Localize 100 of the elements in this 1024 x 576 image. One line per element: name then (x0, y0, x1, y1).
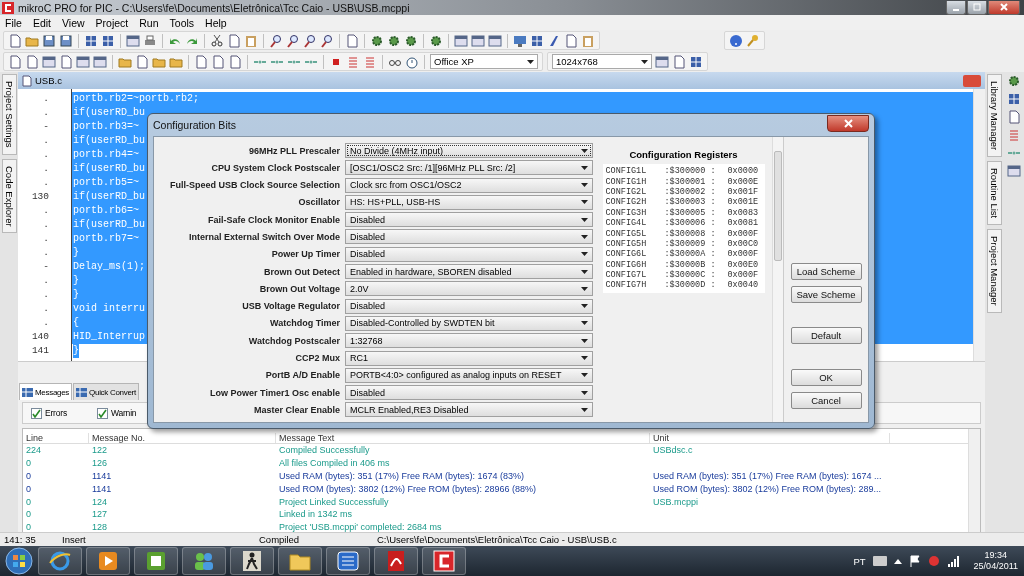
taskbar-button[interactable] (278, 547, 322, 575)
menu-item[interactable]: View (62, 16, 85, 29)
dialog-button[interactable]: Load Scheme (790, 263, 862, 280)
app-icon[interactable] (335, 549, 361, 573)
gear-icon[interactable] (404, 33, 418, 48)
window-icon[interactable] (454, 33, 468, 48)
file-icon[interactable] (345, 33, 359, 48)
side-tab[interactable]: Code Explorer (1, 158, 17, 234)
browser-icon[interactable] (47, 549, 73, 573)
side-tab[interactable]: Routine List (986, 161, 1002, 226)
scrollbar[interactable] (968, 429, 980, 534)
taskbar-button[interactable] (38, 547, 82, 575)
stopwatch-icon[interactable] (405, 54, 419, 69)
restore-button[interactable] (967, 0, 987, 15)
menu-item[interactable]: Edit (32, 16, 51, 29)
side-tab[interactable]: Library Manager (986, 74, 1002, 158)
setting-dropdown[interactable]: 2.0V (345, 281, 593, 297)
flag-icon[interactable] (908, 555, 921, 567)
clipboard-icon[interactable] (581, 33, 595, 48)
window-icon[interactable] (471, 33, 485, 48)
grid-icon[interactable] (530, 33, 544, 48)
window-icon[interactable] (76, 54, 90, 69)
grid-icon[interactable] (1006, 92, 1021, 106)
setting-dropdown[interactable]: PORTB<4:0> configured as analog inputs on RESET (345, 367, 593, 383)
language-indicator[interactable]: PT (853, 555, 866, 567)
menu-item[interactable]: Run (139, 16, 159, 29)
setting-dropdown[interactable]: Clock src from OSC1/OSC2 (345, 177, 593, 193)
side-tab[interactable]: Project Settings (1, 74, 17, 155)
key-icon[interactable] (746, 33, 760, 48)
window-icon[interactable] (93, 54, 107, 69)
grid-icon[interactable] (689, 54, 703, 69)
file-icon[interactable] (228, 54, 242, 69)
gear-icon[interactable] (429, 33, 443, 48)
dialog-button[interactable]: OK (790, 369, 862, 386)
setting-dropdown[interactable]: Disabled (345, 246, 593, 262)
up-arrow-icon[interactable] (893, 558, 902, 564)
file-icon[interactable] (211, 54, 225, 69)
dialog-button[interactable]: Save Scheme (790, 286, 862, 303)
taskbar-button[interactable] (326, 547, 370, 575)
file-icon[interactable] (135, 54, 149, 69)
gear-icon[interactable] (370, 33, 384, 48)
pen-icon[interactable] (547, 33, 561, 48)
setting-dropdown[interactable]: RC1 (345, 350, 593, 366)
menu-item[interactable]: Help (205, 16, 227, 29)
scrollbar[interactable] (973, 89, 985, 361)
column-header[interactable]: Message Text (276, 433, 650, 443)
setting-dropdown[interactable]: 1:32768 (345, 333, 593, 349)
menu-item[interactable]: Project (95, 16, 129, 29)
window-icon[interactable] (655, 54, 669, 69)
menu-item[interactable]: File (5, 16, 22, 29)
clock-time[interactable]: 19:34 (984, 550, 1008, 561)
keyboard-icon[interactable] (872, 556, 887, 566)
printer-icon[interactable] (143, 33, 157, 48)
window-icon[interactable] (1006, 164, 1021, 178)
magnifier-icon[interactable] (303, 33, 317, 48)
taskbar-button[interactable] (230, 547, 274, 575)
grid-icon[interactable] (101, 33, 115, 48)
close-button[interactable] (827, 114, 869, 132)
column-header[interactable]: Message No. (89, 433, 276, 443)
help-icon[interactable] (729, 33, 743, 48)
file-icon[interactable] (564, 33, 578, 48)
file-icon[interactable] (8, 33, 22, 48)
panel-tab[interactable]: Quick Convert (73, 383, 139, 400)
file-icon[interactable] (672, 54, 686, 69)
setting-dropdown[interactable]: Enabled in hardware, SBOREN disabled (345, 264, 593, 280)
file-icon[interactable] (25, 54, 39, 69)
taskbar-button[interactable] (374, 547, 418, 575)
signal-icon[interactable] (946, 555, 959, 567)
grid-icon[interactable] (84, 33, 98, 48)
file-icon[interactable] (1006, 110, 1021, 124)
app-logo-icon[interactable] (431, 549, 457, 573)
monitor-icon[interactable] (513, 33, 527, 48)
setting-dropdown[interactable]: Disabled (345, 212, 593, 228)
setting-dropdown[interactable]: Disabled (345, 229, 593, 245)
window-icon[interactable] (488, 33, 502, 48)
setting-dropdown[interactable]: Disabled (345, 298, 593, 314)
resolution-combo[interactable]: 1024x768 (552, 54, 652, 69)
gear-icon[interactable] (1006, 74, 1021, 88)
setting-dropdown[interactable]: HS: HS+PLL, USB-HS (345, 194, 593, 210)
setting-dropdown[interactable]: MCLR Enabled,RE3 Disabled (345, 402, 593, 418)
file-icon[interactable] (8, 54, 22, 69)
column-header[interactable]: Unit (650, 433, 890, 443)
scissors-icon[interactable] (210, 33, 224, 48)
taskbar-button[interactable] (86, 547, 130, 575)
clock-date[interactable]: 25/04/2011 (973, 561, 1018, 572)
checkbox[interactable] (96, 407, 108, 419)
theme-combo[interactable]: Office XP (430, 54, 538, 69)
window-icon[interactable] (126, 33, 140, 48)
magnifier-icon[interactable] (286, 33, 300, 48)
window-icon[interactable] (42, 54, 56, 69)
panel-tab[interactable]: Messages (19, 383, 73, 400)
side-tab[interactable]: Project Manager (986, 229, 1002, 314)
setting-dropdown[interactable]: [OSC1/OSC2 Src: /1][96MHz PLL Src: /2] (345, 160, 593, 176)
close-button[interactable] (988, 0, 1020, 15)
alert-icon[interactable] (927, 555, 940, 567)
setting-dropdown[interactable]: No Divide (4MHz input) (345, 143, 593, 158)
setting-dropdown[interactable]: Disabled-Controlled by SWDTEN bit (345, 315, 593, 331)
taskbar-button[interactable] (422, 547, 466, 575)
column-header[interactable]: Line (23, 433, 89, 443)
file-icon[interactable] (194, 54, 208, 69)
